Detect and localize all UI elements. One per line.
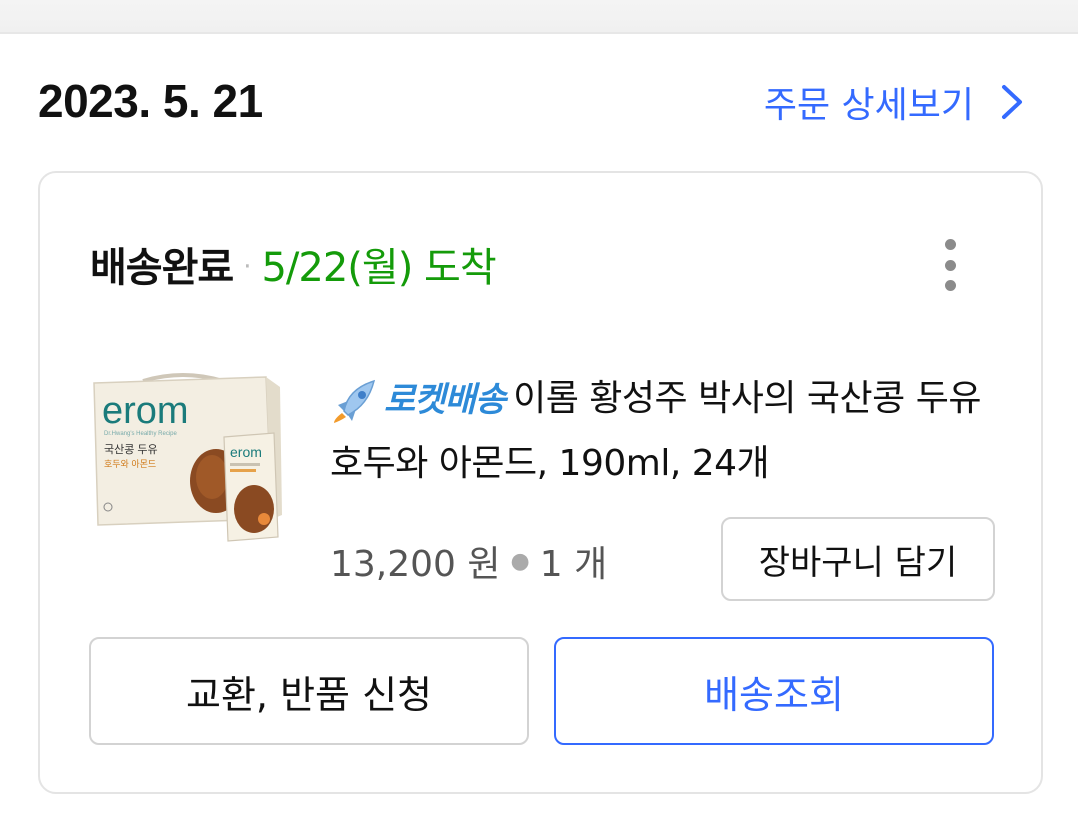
product-image[interactable]: erom Dr.Hwang's Healthy Recipe 국산콩 두유 호두… [88, 369, 284, 547]
product-quantity: 1 개 [539, 544, 608, 585]
product-price: 13,200 원 [330, 544, 501, 585]
svg-text:호두와 아몬드: 호두와 아몬드 [104, 458, 156, 469]
arrival-date: 5/22(월) 도착 [261, 245, 496, 291]
order-card: 배송완료 · 5/22(월) 도착 erom Dr.Hwang's Health… [38, 171, 1043, 794]
delivery-status: 배송완료 [90, 245, 234, 291]
rocket-icon [334, 379, 376, 423]
price-separator: ● [510, 548, 530, 574]
svg-text:erom: erom [230, 444, 262, 460]
track-delivery-button[interactable]: 배송조회 [554, 637, 994, 745]
exchange-return-button[interactable]: 교환, 반품 신청 [89, 637, 529, 745]
order-detail-link[interactable]: 주문 상세보기 [764, 76, 1026, 128]
shipment-status-row: 배송완료 · 5/22(월) 도착 [90, 235, 497, 293]
status-separator: · [243, 252, 252, 282]
more-options-icon[interactable] [943, 239, 957, 291]
product-title-block[interactable]: 로켓배송 이롬 황성주 박사의 국산콩 두유 호두와 아몬드, 190ml, 2… [330, 367, 990, 496]
order-date: 2023. 5. 21 [38, 75, 263, 127]
svg-text:erom: erom [102, 390, 189, 432]
add-to-cart-button[interactable]: 장바구니 담기 [721, 517, 995, 601]
price-row: 13,200 원 ● 1 개 [330, 535, 607, 587]
rocket-delivery-label: 로켓배송 [384, 380, 506, 420]
svg-text:Dr.Hwang's Healthy Recipe: Dr.Hwang's Healthy Recipe [104, 431, 178, 437]
chevron-right-icon [1002, 85, 1022, 119]
order-detail-label: 주문 상세보기 [763, 85, 974, 126]
rocket-delivery-badge: 로켓배송 [330, 368, 506, 432]
top-strip [0, 0, 1078, 34]
svg-text:국산콩 두유: 국산콩 두유 [104, 443, 158, 456]
